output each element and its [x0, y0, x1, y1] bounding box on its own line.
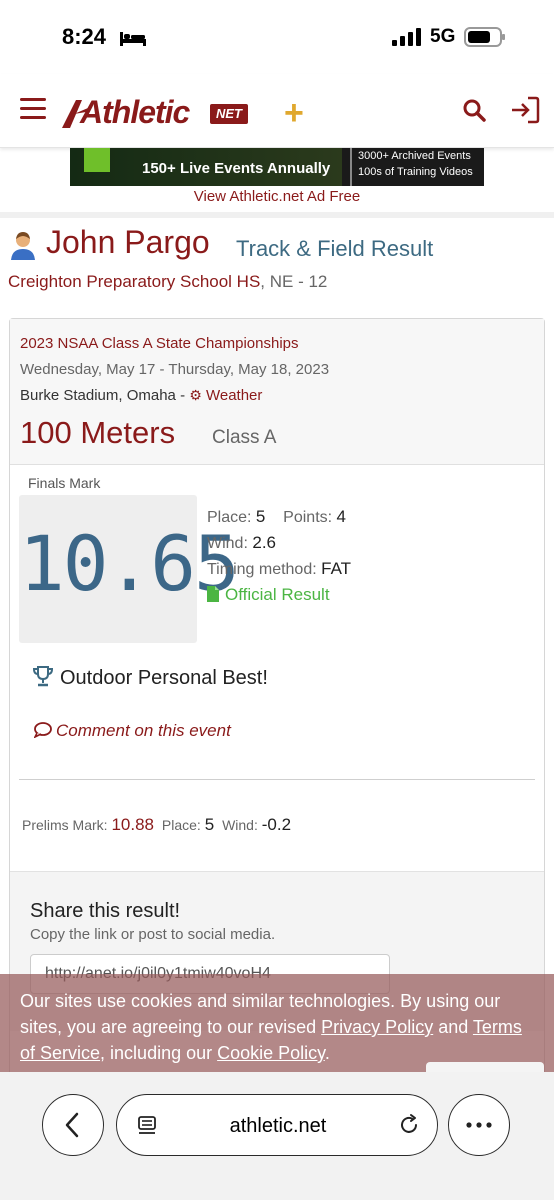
official-result-link[interactable]: Official Result — [207, 585, 330, 604]
cookie-text-part: and — [433, 1017, 473, 1037]
prelims-wind-label: Wind: — [222, 817, 258, 833]
signal-icon — [392, 28, 421, 46]
card-divider — [19, 779, 535, 780]
result-type-label: Track & Field Result — [236, 236, 434, 261]
logo-badge: NET — [210, 104, 248, 124]
privacy-policy-link[interactable]: Privacy Policy — [321, 1017, 433, 1037]
athlete-name: John Pargo — [46, 224, 210, 260]
prelims-mark-value: 10.88 — [111, 815, 154, 834]
share-subtitle: Copy the link or post to social media. — [30, 926, 276, 943]
finals-stats: Place: 5 Points: 4 Wind: 2.6 Timing meth… — [207, 507, 537, 611]
finals-mark-value: 10.65 — [19, 519, 240, 608]
more-options-button[interactable] — [448, 1094, 510, 1156]
timing-value: FAT — [321, 559, 352, 578]
ad-left-text: 150+ Live Events Annually — [142, 160, 331, 177]
weather-link[interactable]: ⚙ Weather — [189, 387, 262, 404]
comment-icon — [34, 722, 52, 738]
browser-toolbar: athletic.net — [0, 1072, 554, 1200]
logo-plus: + — [284, 94, 304, 132]
points-value: 4 — [336, 507, 347, 526]
login-icon[interactable] — [510, 96, 540, 124]
timing-label: Timing method: — [207, 561, 317, 578]
ad-right-panel: 3000+ Archived Events 100s of Training V… — [350, 148, 484, 186]
cookie-text-part: . — [324, 1043, 330, 1063]
event-class: Class A — [212, 427, 277, 448]
ad-right-line: 100s of Training Videos — [358, 166, 473, 178]
status-time: 8:24 — [62, 24, 107, 49]
ad-left-panel: 150+ Live Events Annually — [70, 148, 342, 186]
document-icon — [207, 586, 219, 602]
logo-text: Athletic — [80, 94, 190, 130]
cookie-text-part: , including our — [100, 1043, 218, 1063]
bed-icon — [120, 32, 146, 46]
school-line: Creighton Preparatory School HS, NE - 12 — [8, 272, 327, 292]
trophy-icon — [32, 666, 54, 687]
finals-mark-box: 10.65 — [19, 495, 240, 643]
battery-icon — [464, 27, 505, 47]
ad-free-link[interactable]: View Athletic.net Ad Free — [0, 188, 554, 205]
school-link[interactable]: Creighton Preparatory School HS — [8, 272, 260, 291]
school-suffix: , NE - 12 — [260, 272, 328, 291]
chevron-left-icon — [65, 1112, 79, 1138]
search-icon[interactable] — [462, 98, 486, 122]
reload-icon[interactable] — [397, 1113, 421, 1137]
prelims-mark-label: Prelims Mark: — [22, 817, 108, 833]
venue-line: Burke Stadium, Omaha - ⚙ Weather — [20, 387, 262, 404]
place-points-row: Place: 5 Points: 4 — [207, 507, 537, 533]
status-bar: 8:24 5G — [0, 0, 554, 74]
place-value: 5 — [255, 507, 266, 526]
prelims-place-value: 5 — [204, 815, 215, 834]
cookie-banner: Our sites use cookies and similar techno… — [0, 974, 554, 1074]
prelims-place-label: Place: — [161, 817, 201, 833]
venue-name: Burke Stadium, Omaha - — [20, 387, 190, 404]
comment-link-label: Comment on this event — [56, 721, 231, 740]
event-name: 100 Meters — [20, 415, 176, 450]
ad-banner[interactable]: 150+ Live Events Annually 3000+ Archived… — [70, 148, 484, 186]
weather-label: Weather — [205, 387, 263, 404]
finals-mark-label: Finals Mark — [28, 475, 101, 491]
section-divider — [0, 212, 554, 218]
official-result-row: Official Result — [207, 585, 537, 611]
place-label: Place: — [207, 509, 252, 526]
athlete-avatar-icon — [11, 232, 35, 260]
points-label: Points: — [283, 509, 333, 526]
weather-gear-icon: ⚙ — [189, 387, 202, 403]
ad-plus-graphic — [84, 148, 110, 172]
back-button[interactable] — [42, 1094, 104, 1156]
menu-icon[interactable] — [20, 98, 46, 120]
official-result-label: Official Result — [225, 585, 330, 604]
app-header: Athletic NET + — [0, 74, 554, 148]
url-text: athletic.net — [229, 1115, 327, 1137]
wind-label: Wind: — [207, 535, 248, 552]
wind-value: 2.6 — [252, 533, 276, 552]
prelims-wind-value: -0.2 — [261, 815, 292, 834]
network-label: 5G — [430, 26, 456, 47]
prelims-line: Prelims Mark: 10.88 Place: 5 Wind: -0.2 — [22, 815, 295, 835]
cookie-text: Our sites use cookies and similar techno… — [20, 988, 534, 1066]
meet-dates: Wednesday, May 17 - Thursday, May 18, 20… — [20, 361, 330, 378]
cookie-policy-link[interactable]: Cookie Policy — [217, 1043, 325, 1063]
personal-best-text: Outdoor Personal Best! — [60, 667, 268, 689]
comment-link[interactable]: Comment on this event — [34, 721, 231, 741]
address-bar[interactable]: athletic.net — [116, 1094, 438, 1156]
more-dots-icon — [466, 1122, 492, 1128]
card-header: 2023 NSAA Class A State Championships We… — [10, 319, 544, 465]
athletic-net-logo[interactable]: Athletic NET + — [62, 94, 322, 134]
timing-row: Timing method: FAT — [207, 559, 537, 585]
wind-row: Wind: 2.6 — [207, 533, 537, 559]
meet-name-link[interactable]: 2023 NSAA Class A State Championships — [20, 335, 299, 352]
ad-right-line: 3000+ Archived Events — [358, 150, 471, 162]
share-title: Share this result! — [30, 900, 181, 922]
personal-best-line: Outdoor Personal Best! — [32, 665, 268, 690]
